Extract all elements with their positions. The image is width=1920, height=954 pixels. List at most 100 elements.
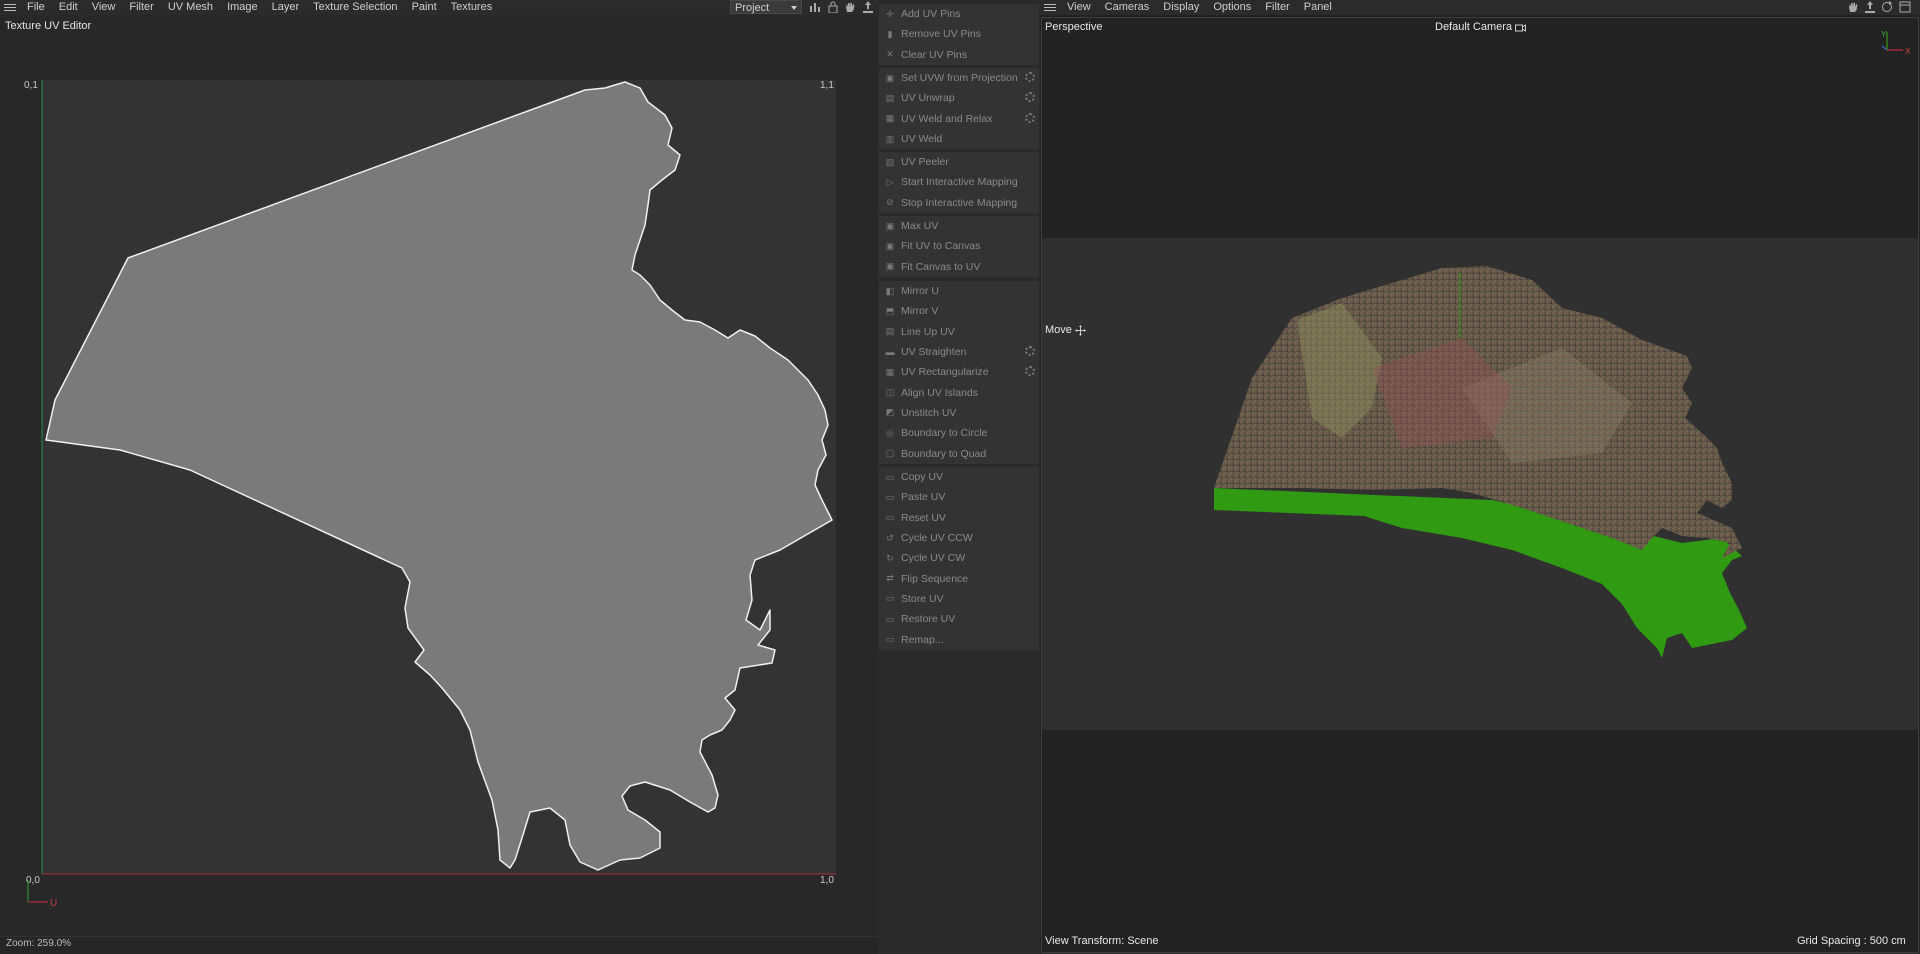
stop-icon: ⊘: [886, 197, 894, 208]
menu-texture-selection[interactable]: Texture Selection: [306, 0, 404, 15]
gear-icon[interactable]: [1025, 72, 1035, 82]
set-uvw-from-projection-button[interactable]: ▣ Set UVW from Projection: [879, 68, 1039, 88]
fit-uv-to-canvas-button[interactable]: ▣ Fit UV to Canvas: [879, 236, 1039, 256]
line-up-uv-button[interactable]: ▤ Line Up UV: [879, 322, 1039, 342]
boundary-to-quad-button[interactable]: ▢ Boundary to Quad: [879, 443, 1039, 463]
play-icon: ▷: [886, 176, 894, 187]
align-icon: ◫: [885, 387, 895, 398]
rotate-view-icon[interactable]: [1880, 1, 1894, 14]
uv-unwrap-button[interactable]: ▤ UV Unwrap: [879, 88, 1039, 108]
add-uv-pins-button[interactable]: ✛ Add UV Pins: [879, 4, 1039, 24]
menu-textures[interactable]: Textures: [444, 0, 500, 15]
pan-hand-icon[interactable]: [1846, 1, 1860, 14]
hamburger-menu-icon[interactable]: [1040, 0, 1060, 15]
camera-icon: [1515, 23, 1527, 32]
max-uv-button[interactable]: ▣ Max UV: [879, 216, 1039, 236]
start-interactive-mapping-button[interactable]: ▷ Start Interactive Mapping: [879, 172, 1039, 192]
uv-canvas[interactable]: [0, 30, 878, 930]
uv-straighten-button[interactable]: ▬ UV Straighten: [879, 342, 1039, 362]
cmd-group-transform: ◧ Mirror U ⬒ Mirror V ▤ Line Up UV ▬ UV Stra…: [879, 281, 1039, 464]
menu-layer[interactable]: Layer: [265, 0, 307, 15]
remap-button[interactable]: ▭ Remap...: [879, 629, 1039, 649]
zoom-readout: Zoom: 259.0%: [6, 938, 72, 949]
gear-icon[interactable]: [1025, 112, 1035, 123]
vp-menu-view[interactable]: View: [1060, 0, 1098, 15]
cmd-group-unwrap: ▣ Set UVW from Projection ▤ UV Unwrap ▦ UV …: [879, 68, 1039, 150]
vp-menu-panel[interactable]: Panel: [1297, 0, 1339, 15]
remove-uv-pins-button[interactable]: ▮ Remove UV Pins: [879, 24, 1039, 44]
copy-uv-button[interactable]: ▭ Copy UV: [879, 467, 1039, 487]
circle-icon: ◎: [886, 427, 894, 438]
flip-icon: ⇄: [886, 573, 894, 584]
boundary-to-circle-button[interactable]: ◎ Boundary to Circle: [879, 423, 1039, 443]
camera-indicator[interactable]: Default Camera: [1435, 21, 1527, 33]
unstitch-uv-button[interactable]: ◩ Unstitch UV: [879, 403, 1039, 423]
pin-add-icon: ✛: [886, 8, 894, 19]
unwrap-icon: ▤: [885, 92, 895, 103]
mirror-v-button[interactable]: ⬒ Mirror V: [879, 301, 1039, 321]
gear-icon[interactable]: [1025, 92, 1035, 103]
uv-peeler-button[interactable]: ▧ UV Peeler: [879, 152, 1039, 172]
clear-uv-pins-button[interactable]: ✕ Clear UV Pins: [879, 45, 1039, 65]
menu-paint[interactable]: Paint: [405, 0, 444, 15]
menu-image[interactable]: Image: [220, 0, 265, 15]
terrain-model[interactable]: [1042, 238, 1918, 730]
lock-icon[interactable]: [826, 1, 840, 14]
projection-label[interactable]: Perspective: [1045, 21, 1102, 33]
straighten-icon: ▬: [885, 347, 895, 358]
stop-interactive-mapping-button[interactable]: ⊘ Stop Interactive Mapping: [879, 193, 1039, 213]
chevron-down-icon: [791, 6, 797, 10]
cmd-group-pins: ✛ Add UV Pins ▮ Remove UV Pins ✕ Clear UV P…: [879, 4, 1039, 65]
view-axis-gizmo[interactable]: Y X: [1875, 28, 1915, 56]
vp-menu-options[interactable]: Options: [1206, 0, 1258, 15]
uv-corner-label-top-right: 1,1: [820, 80, 834, 91]
paste-uv-button[interactable]: ▭ Paste UV: [879, 487, 1039, 507]
gear-icon[interactable]: [1025, 366, 1035, 377]
pin-remove-icon: ▮: [887, 28, 893, 39]
uv-weld-and-relax-button[interactable]: ▦ UV Weld and Relax: [879, 109, 1039, 129]
store-uv-button[interactable]: ▭ Store UV: [879, 589, 1039, 609]
menu-view[interactable]: View: [85, 0, 123, 15]
line-up-icon: ▤: [885, 326, 895, 337]
projection-icon: ▣: [885, 72, 895, 83]
maximize-view-icon[interactable]: [1898, 1, 1912, 14]
vp-menu-display[interactable]: Display: [1156, 0, 1206, 15]
move-tool-icon: [1074, 324, 1086, 336]
menu-edit[interactable]: Edit: [52, 0, 85, 15]
u-axis-label: U: [50, 898, 58, 909]
reset-icon: ▭: [885, 512, 895, 523]
menu-filter[interactable]: Filter: [122, 0, 160, 15]
flip-sequence-button[interactable]: ⇄ Flip Sequence: [879, 568, 1039, 588]
reset-uv-button[interactable]: ▭ Reset UV: [879, 508, 1039, 528]
hamburger-menu-icon[interactable]: [0, 0, 20, 15]
mirror-u-button[interactable]: ◧ Mirror U: [879, 281, 1039, 301]
vp-menu-cameras[interactable]: Cameras: [1098, 0, 1157, 15]
cycle-ccw-icon: ↺: [886, 532, 894, 543]
cycle-uv-cw-button[interactable]: ↻ Cycle UV CW: [879, 548, 1039, 568]
peeler-icon: ▧: [885, 156, 895, 167]
uv-weld-button[interactable]: ▥ UV Weld: [879, 129, 1039, 149]
pan-hand-icon[interactable]: [843, 1, 857, 14]
menu-file[interactable]: File: [20, 0, 52, 15]
fit-canvas-to-uv-button[interactable]: ▣ Fit Canvas to UV: [879, 257, 1039, 277]
menu-uv-mesh[interactable]: UV Mesh: [161, 0, 220, 15]
move-view-icon[interactable]: [1863, 1, 1877, 14]
histogram-icon[interactable]: [808, 1, 822, 14]
uv-corner-label-bottom-right: 1,0: [820, 875, 834, 886]
move-view-icon[interactable]: [861, 1, 875, 14]
align-uv-islands-button[interactable]: ◫ Align UV Islands: [879, 382, 1039, 402]
max-uv-icon: ▣: [885, 220, 895, 231]
project-dropdown[interactable]: Project: [730, 0, 802, 14]
active-tool-label: Move: [1045, 324, 1072, 336]
quad-icon: ▢: [885, 448, 895, 459]
uv-rectangularize-button[interactable]: ▦ UV Rectangularize: [879, 362, 1039, 382]
store-icon: ▭: [885, 593, 895, 604]
viewport-menubar: View Cameras Display Options Filter Pane…: [1040, 0, 1920, 15]
cycle-uv-ccw-button[interactable]: ↺ Cycle UV CCW: [879, 528, 1039, 548]
weld-icon: ▥: [885, 133, 895, 144]
uv-status-bar: [0, 936, 878, 954]
vp-menu-filter[interactable]: Filter: [1258, 0, 1296, 15]
weld-relax-icon: ▦: [885, 113, 895, 124]
gear-icon[interactable]: [1025, 345, 1035, 356]
restore-uv-button[interactable]: ▭ Restore UV: [879, 609, 1039, 629]
